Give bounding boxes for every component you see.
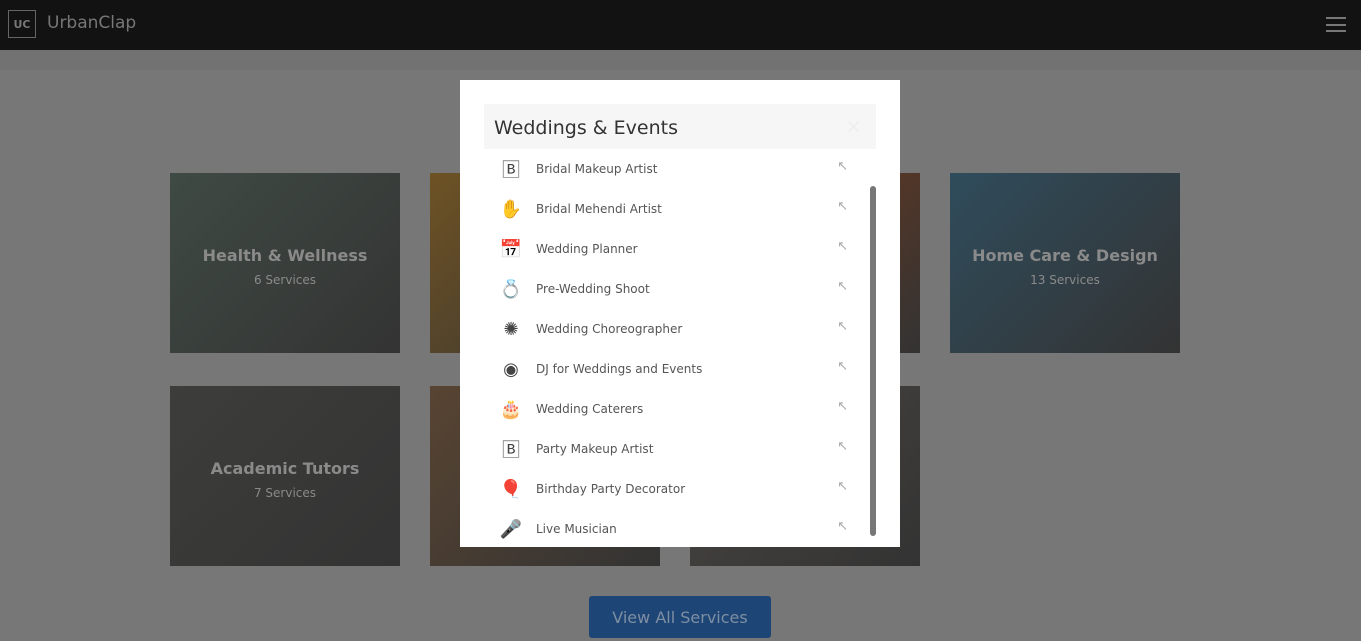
card-title: Health & Wellness — [202, 246, 368, 265]
microphone-icon: 🎤 — [499, 518, 523, 540]
service-list-item[interactable]: ◉ DJ for Weddings and Events ↖ — [496, 349, 856, 389]
arrow-up-left-icon: ↖ — [837, 399, 848, 414]
service-label: Pre-Wedding Shoot — [536, 282, 650, 296]
service-list-item[interactable]: 💍 Pre-Wedding Shoot ↖ — [496, 269, 856, 309]
calendar-icon: 📅 — [499, 238, 523, 260]
arrow-up-left-icon: ↖ — [837, 519, 848, 534]
balloon-icon: 🎈 — [499, 478, 523, 500]
card-title: Home Care & Design — [972, 246, 1158, 265]
arrow-up-left-icon: ↖ — [837, 359, 848, 374]
view-all-services-button[interactable]: View All Services — [589, 596, 771, 638]
service-label: Wedding Choreographer — [536, 322, 683, 336]
service-label: Live Musician — [536, 522, 617, 536]
service-card[interactable]: Academic Tutors 7 Services — [170, 386, 400, 566]
service-list-item[interactable]: 🎈 Birthday Party Decorator ↖ — [496, 469, 856, 509]
service-list-item[interactable]: 🎂 Wedding Caterers ↖ — [496, 389, 856, 429]
hero-band — [0, 50, 1361, 70]
card-subtitle: 7 Services — [253, 486, 317, 500]
turntable-icon: ◉ — [503, 358, 519, 380]
service-card[interactable]: Home Care & Design 13 Services — [950, 173, 1180, 353]
card-subtitle: 6 Services — [253, 273, 317, 287]
arrow-up-left-icon: ↖ — [837, 239, 848, 254]
arrow-up-left-icon: ↖ — [837, 319, 848, 334]
modal-header: Weddings & Events × — [484, 104, 876, 149]
service-list-item[interactable]: 🄱 Party Makeup Artist ↖ — [496, 429, 856, 469]
service-label: Birthday Party Decorator — [536, 482, 686, 496]
lipstick-icon: 🄱 — [502, 440, 520, 461]
service-list-item[interactable]: ✋ Bridal Mehendi Artist ↖ — [496, 189, 856, 229]
arrow-up-left-icon: ↖ — [837, 279, 848, 294]
arrow-up-left-icon: ↖ — [837, 199, 848, 214]
service-list-item[interactable]: 🎤 Live Musician ↖ — [496, 509, 856, 547]
top-bar: UC UrbanClap — [0, 0, 1361, 50]
service-label: Party Makeup Artist — [536, 442, 654, 456]
service-label: Bridal Mehendi Artist — [536, 202, 662, 216]
service-list-item[interactable]: 📅 Wedding Planner ↖ — [496, 229, 856, 269]
service-list-item[interactable]: 🄱 Bridal Makeup Artist ↖ — [496, 149, 856, 189]
service-label: DJ for Weddings and Events — [536, 362, 703, 376]
service-label: Bridal Makeup Artist — [536, 162, 658, 176]
service-card[interactable]: Health & Wellness 6 Services — [170, 173, 400, 353]
arrow-up-left-icon: ↖ — [837, 479, 848, 494]
lipstick-icon: 🄱 — [502, 160, 520, 181]
ring-icon: 💍 — [499, 278, 523, 300]
card-title: Academic Tutors — [210, 459, 360, 478]
disco-ball-icon: ✺ — [503, 318, 519, 340]
service-label: Wedding Caterers — [536, 402, 644, 416]
hamburger-menu-icon[interactable] — [1326, 17, 1346, 32]
cake-icon: 🎂 — [499, 398, 523, 420]
arrow-up-left-icon: ↖ — [837, 159, 848, 174]
scrollbar[interactable] — [870, 186, 876, 536]
modal-title: Weddings & Events — [494, 117, 678, 139]
arrow-up-left-icon: ↖ — [837, 439, 848, 454]
category-modal: Weddings & Events × 🄱 Bridal Makeup Artis… — [460, 80, 900, 547]
close-icon[interactable]: × — [845, 114, 862, 138]
card-subtitle: 13 Services — [1030, 273, 1100, 287]
logo[interactable]: UC — [8, 10, 36, 38]
brand-name[interactable]: UrbanClap — [47, 13, 136, 33]
service-label: Wedding Planner — [536, 242, 638, 256]
hand-icon: ✋ — [499, 198, 523, 220]
service-list-item[interactable]: ✺ Wedding Choreographer ↖ — [496, 309, 856, 349]
